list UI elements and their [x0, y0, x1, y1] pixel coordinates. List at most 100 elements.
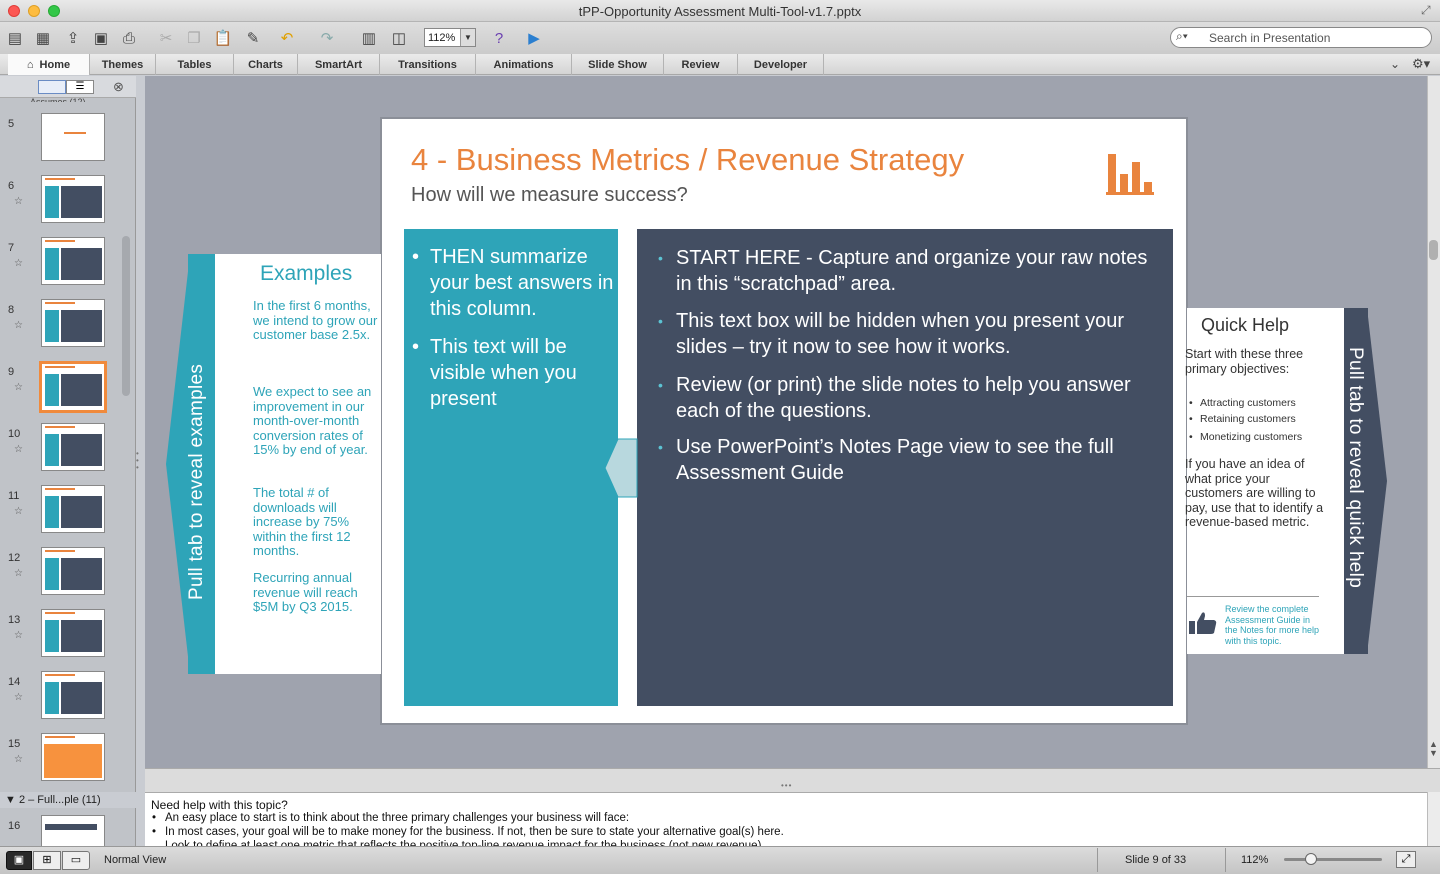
ribbon-collapse-icon[interactable]: ⌄	[1390, 57, 1400, 71]
notes-scrollbar[interactable]	[1427, 792, 1440, 846]
notes-splitter[interactable]	[145, 768, 1440, 792]
status-divider	[1225, 848, 1226, 872]
slide-thumbnail-14[interactable]	[41, 671, 105, 719]
tab-developer[interactable]: Developer	[738, 54, 824, 75]
thumb-number: 8	[8, 304, 15, 316]
quick-help-divider	[1187, 596, 1319, 597]
format-brush-icon[interactable]: ✎	[242, 27, 264, 49]
zoom-dropdown-icon[interactable]: ▼	[460, 29, 475, 46]
slides-view-icon[interactable]	[38, 80, 66, 94]
example-item: In the first 6 months, we intend to grow…	[253, 298, 378, 342]
tab-review[interactable]: Review	[664, 54, 738, 75]
slide-view-icon[interactable]: ◫	[388, 27, 410, 49]
slide-thumbnail-6[interactable]	[41, 175, 105, 223]
thumb-number: 14	[8, 676, 21, 688]
star-icon: ☆	[14, 382, 23, 393]
slide-thumbnail-5[interactable]	[41, 113, 105, 161]
open-icon[interactable]: ⇪	[62, 27, 84, 49]
outline-view-icon[interactable]: ☰	[66, 80, 94, 94]
gear-icon[interactable]: ⚙▾	[1412, 56, 1430, 72]
slide-thumbnail-12[interactable]	[41, 547, 105, 595]
thumb-number: 16	[8, 820, 21, 832]
tab-transitions[interactable]: Transitions	[380, 54, 476, 75]
slide-thumbnail-9-selected[interactable]	[39, 361, 107, 413]
tab-smartart[interactable]: SmartArt	[298, 54, 380, 75]
redo-icon[interactable]: ↷	[316, 27, 338, 49]
quick-help-pull-tab-label: Pull tab to reveal quick help	[1345, 347, 1366, 589]
thumb-number: 13	[8, 614, 21, 626]
copy-icon[interactable]: ❐	[183, 27, 205, 49]
star-icon: ☆	[14, 506, 23, 517]
prev-next-slide-icon[interactable]: ▲ ▼	[1429, 740, 1438, 758]
note-item: An easy place to start is to think about…	[152, 812, 629, 824]
splitter-handle-icon[interactable]: • • •	[136, 450, 139, 472]
star-icon: ☆	[14, 444, 23, 455]
status-zoom: 112%	[1241, 854, 1269, 866]
star-icon: ☆	[14, 196, 23, 207]
quick-help-list-item: Monetizing customers	[1189, 431, 1302, 443]
scratchpad-bullet: • This text box will be hidden when you p…	[658, 310, 1125, 358]
slide-thumbnail-11[interactable]	[41, 485, 105, 533]
thumb-number: 5	[8, 118, 15, 130]
undo-icon[interactable]: ↶	[276, 27, 298, 49]
fullscreen-icon[interactable]: ⤢	[1421, 3, 1431, 18]
thumb-number: 11	[8, 490, 20, 502]
slide-thumbnail-10[interactable]	[41, 423, 105, 471]
search-icon[interactable]: ⌕▾	[1176, 29, 1188, 44]
note-item: In most cases, your goal will be to make…	[152, 826, 784, 838]
thumb-number: 12	[8, 552, 21, 564]
slide-thumbnail-15[interactable]	[41, 733, 105, 781]
slide-sorter-icon[interactable]: ⊞	[33, 851, 61, 870]
splitter-grip-icon[interactable]: •••	[781, 781, 792, 790]
tab-home[interactable]: ⌂ Home	[8, 54, 90, 75]
tab-charts[interactable]: Charts	[234, 54, 298, 75]
fit-to-window-icon[interactable]: ⤢	[1396, 851, 1416, 868]
quick-help-title: Quick Help	[1201, 315, 1290, 335]
summary-bullet: • THEN summarize your best answers in thi…	[412, 246, 614, 320]
thumbs-up-icon	[1189, 612, 1217, 634]
new-slide-icon[interactable]: ▤	[4, 27, 26, 49]
quick-help-tab-arrow-icon	[1367, 308, 1387, 654]
slide-thumbnail-16[interactable]	[41, 815, 105, 846]
zoom-slider-thumb[interactable]	[1305, 853, 1317, 865]
bar-chart-icon	[1106, 154, 1154, 195]
canvas-scroll-thumb[interactable]	[1429, 240, 1438, 260]
print-icon[interactable]: ⎙	[118, 27, 140, 49]
help-icon[interactable]: ?	[488, 27, 510, 49]
paste-icon[interactable]: 📋	[212, 27, 234, 49]
play-slideshow-icon[interactable]: ▶	[523, 27, 545, 49]
close-panel-icon[interactable]: ⊗	[113, 79, 124, 95]
status-divider	[1097, 848, 1098, 872]
slide-thumbnail-13[interactable]	[41, 609, 105, 657]
disclosure-triangle-icon: ▼	[5, 794, 19, 806]
cut-icon[interactable]: ✂	[155, 27, 177, 49]
example-item: Recurring annual revenue will reach $5M …	[253, 570, 358, 614]
gallery-icon[interactable]: ▦	[32, 27, 54, 49]
partial-section-label: Assumes (12)	[30, 97, 86, 102]
thumb-number: 10	[8, 428, 21, 440]
slide-thumbnail-8[interactable]	[41, 299, 105, 347]
zoom-slider-track[interactable]	[1284, 858, 1382, 861]
examples-title: Examples	[260, 262, 353, 285]
status-bar	[0, 846, 1440, 874]
home-icon: ⌂	[26, 58, 34, 71]
save-icon[interactable]: ▣	[90, 27, 112, 49]
normal-view-icon[interactable]: ▣	[6, 851, 32, 870]
slide-thumbnail-7[interactable]	[41, 237, 105, 285]
tab-animations[interactable]: Animations	[476, 54, 572, 75]
quick-help-footer: Review the complete Assessment Guide in …	[1225, 604, 1320, 646]
star-icon: ☆	[14, 258, 23, 269]
section-header[interactable]: ▼ 2 – Full...ple (11)	[0, 792, 136, 808]
tab-tables[interactable]: Tables	[156, 54, 234, 75]
canvas-vertical-scrollbar[interactable]	[1427, 76, 1440, 768]
slide-subtitle[interactable]: How will we measure success?	[411, 184, 688, 207]
scratchpad-bullet: • Use PowerPoint’s Notes Page view to see…	[658, 436, 1114, 484]
tab-slide-show[interactable]: Slide Show	[572, 54, 664, 75]
slideshow-view-icon[interactable]: ▭	[62, 851, 90, 870]
slide-title[interactable]: 4 - Business Metrics / Revenue Strategy	[411, 142, 964, 178]
tab-themes[interactable]: Themes	[90, 54, 156, 75]
sidebar-scrollbar[interactable]	[122, 236, 130, 396]
search-input[interactable]: Search in Presentation	[1170, 27, 1432, 48]
quick-help-list-item: Attracting customers	[1189, 397, 1296, 409]
slide-layout-icon[interactable]: ▥	[358, 27, 380, 49]
